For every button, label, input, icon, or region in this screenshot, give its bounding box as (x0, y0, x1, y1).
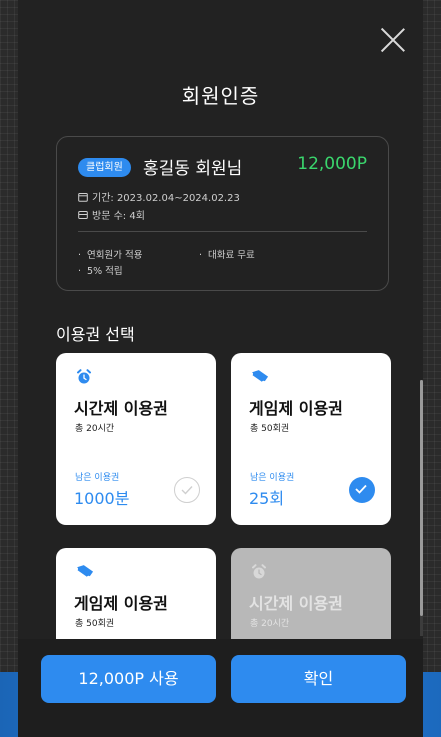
confirm-button[interactable]: 확인 (231, 655, 406, 703)
visits-row: 방문 수: 4회 (78, 207, 145, 222)
modal-title: 회원인증 (181, 84, 260, 108)
benefit-item: 대화료 무료 (199, 247, 255, 261)
ticket-card-time[interactable]: 시간제 이용권 총 20시간 남은 이용권 1000분 (56, 353, 216, 525)
ticket-icon (251, 369, 269, 389)
visits-text: 방문 수: 4회 (92, 211, 145, 222)
check-icon[interactable] (174, 477, 200, 503)
ticket-name: 게임제 이용권 (74, 594, 168, 613)
ticket-name: 시간제 이용권 (249, 594, 343, 613)
ticket-total: 총 50회권 (250, 424, 290, 434)
scrollbar[interactable] (420, 380, 423, 636)
ticket-total: 총 20시간 (250, 619, 290, 629)
ticket-total: 총 20시간 (75, 424, 115, 434)
use-points-button[interactable]: 12,000P 사용 (41, 655, 216, 703)
calendar-icon (78, 192, 88, 202)
benefit-item: 5% 적립 (78, 263, 123, 277)
period-row: 기간: 2023.02.04~2024.02.23 (78, 189, 240, 204)
benefit-item: 연회원가 적용 (78, 247, 142, 261)
ticket-card-game[interactable]: 게임제 이용권 총 50회권 남은 이용권 25회 (231, 353, 391, 525)
close-icon[interactable] (379, 26, 407, 54)
club-member-badge: 클럽회원 (78, 158, 131, 177)
remain-label: 남은 이용권 (75, 473, 120, 483)
ticket-name: 게임제 이용권 (249, 399, 343, 418)
point-balance: 12,000P (297, 154, 367, 174)
member-name: 홍길동 회원님 (143, 159, 243, 179)
ticket-icon (76, 564, 94, 584)
ticket-section-title: 이용권 선택 (56, 325, 135, 344)
member-auth-modal: 회원인증 클럽회원 홍길동 회원님 12,000P 기간: 2023.02.04… (18, 0, 423, 737)
footer-actions: 12,000P 사용 확인 (18, 639, 423, 737)
scrollbar-thumb[interactable] (420, 380, 423, 616)
remain-value: 25회 (249, 489, 285, 508)
alarm-clock-icon (251, 564, 267, 584)
remain-label: 남은 이용권 (250, 473, 295, 483)
period-text: 기간: 2023.02.04~2024.02.23 (92, 193, 240, 204)
card-icon (78, 210, 88, 219)
ticket-total: 총 50회권 (75, 619, 115, 629)
check-icon[interactable] (349, 477, 375, 503)
ticket-name: 시간제 이용권 (74, 399, 168, 418)
alarm-clock-icon (76, 369, 92, 389)
member-info-card: 클럽회원 홍길동 회원님 12,000P 기간: 2023.02.04~2024… (56, 136, 389, 291)
divider (78, 231, 367, 232)
remain-value: 1000분 (74, 489, 130, 508)
